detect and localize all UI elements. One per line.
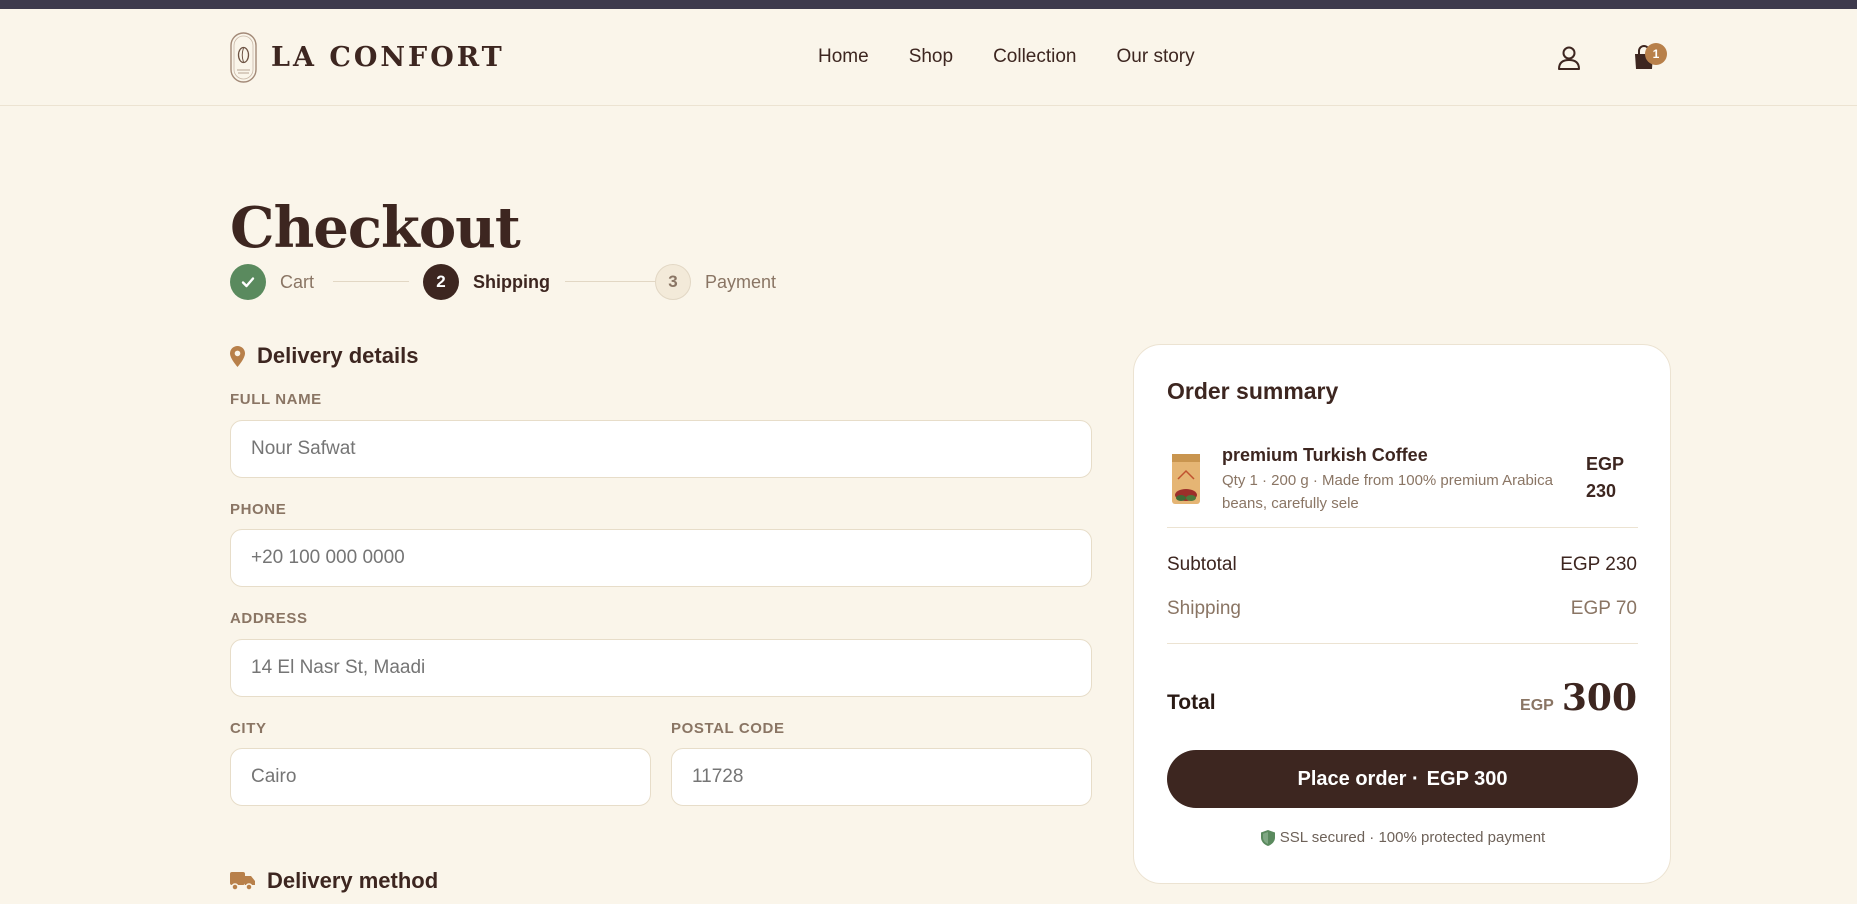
step-shipping[interactable]: 2 Shipping [423,264,550,300]
step-label-shipping: Shipping [473,271,550,292]
secure-payment-note: SSL secured · 100% protected payment [1134,829,1672,846]
address-input[interactable] [230,639,1092,697]
order-summary-card: Order summary premium Turkish Coffee Qty… [1133,344,1671,884]
delivery-method-title: Delivery method [267,868,439,893]
total-value: EGP 300 [1520,677,1637,719]
main-nav: Home Shop Collection Our story [818,46,1195,68]
subtotal-label: Subtotal [1167,554,1237,575]
divider [1167,643,1638,644]
top-accent-bar [0,0,1857,9]
order-summary-title: Order summary [1167,378,1339,404]
postal-code-input[interactable] [671,748,1092,806]
step-label-cart: Cart [280,271,315,292]
total-currency: EGP [1520,697,1554,714]
phone-input[interactable] [230,529,1092,587]
item-name: premium Turkish Coffee [1222,445,1428,465]
checkout-stepper: Cart 2 Shipping 3 Payment [230,264,830,300]
full-name-input[interactable] [230,420,1092,478]
step-connector [333,281,409,282]
brand-logo[interactable]: LA CONFORT [230,32,505,83]
full-name-label: FULL NAME [230,391,322,408]
nav-shop[interactable]: Shop [909,46,953,68]
address-label: ADDRESS [230,610,308,627]
delivery-method-heading: Delivery method [230,868,438,894]
phone-label: PHONE [230,501,287,518]
place-order-button[interactable]: Place order · EGP 300 [1167,750,1638,808]
delivery-details-title: Delivery details [257,343,419,368]
delivery-details-heading: Delivery details [230,343,418,369]
check-icon [230,264,266,300]
step-payment[interactable]: 3 Payment [655,264,776,300]
item-price: EGP 230 [1586,454,1624,501]
shipping-value: EGP 70 [1570,598,1637,619]
delivery-truck-icon [230,872,255,891]
shipping-label: Shipping [1167,598,1241,619]
nav-our-story[interactable]: Our story [1117,46,1195,68]
step-cart[interactable]: Cart [230,264,314,300]
step-connector [565,281,667,282]
nav-home[interactable]: Home [818,46,869,68]
total-amount: 300 [1561,677,1637,719]
step-label-payment: Payment [705,271,777,292]
nav-collection[interactable]: Collection [993,46,1076,68]
location-pin-icon [230,345,245,367]
brand-name: LA CONFORT [271,42,505,73]
item-description: Qty 1 · 200 g · Made from 100% premium A… [1222,472,1553,512]
coffee-can-thumbnail [1170,452,1202,506]
coffee-bean-logo-icon [230,32,257,83]
city-input[interactable] [230,748,651,806]
divider [1167,527,1638,528]
step-number-payment: 3 [655,264,691,300]
place-order-amount: EGP 300 [1426,767,1508,790]
shield-icon [1260,829,1275,846]
user-account-icon[interactable] [1557,45,1581,71]
total-label: Total [1167,691,1216,714]
page-title: Checkout [230,195,521,261]
site-header: LA CONFORT Home Shop Collection Our stor… [0,9,1857,106]
secure-payment-text: SSL secured · 100% protected payment [1279,829,1546,846]
city-label: CITY [230,720,267,737]
place-order-label: Place order · [1297,767,1419,790]
subtotal-value: EGP 230 [1560,554,1637,575]
step-number-shipping: 2 [423,264,459,300]
postal-code-label: POSTAL CODE [671,720,785,737]
cart-count-badge: 1 [1645,43,1667,65]
